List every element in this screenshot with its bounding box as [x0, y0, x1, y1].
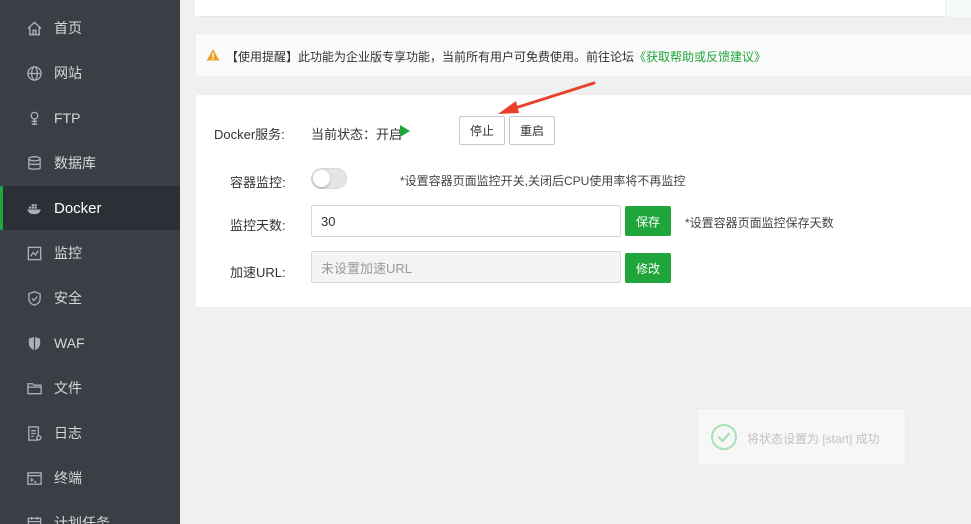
sidebar-item-monitor[interactable]: 监控 — [0, 231, 180, 275]
docker-status-text: 当前状态：开启 — [311, 127, 403, 142]
monitor-days-input[interactable]: 30 — [311, 205, 621, 237]
help-feedback-link[interactable]: 《获取帮助或反馈建议》 — [634, 50, 766, 64]
sidebar-item-label: 监控 — [54, 245, 82, 261]
container-monitor-hint: *设置容器页面监控开关,关闭后CPU使用率将不再监控 — [400, 174, 686, 188]
annotation-arrow — [498, 81, 596, 114]
sidebar: 首页 网站 FTP 数据库 Docker 监控 安全 WAF 文件 日志 终端 … — [0, 0, 180, 524]
sidebar-item-terminal[interactable]: 终端 — [0, 456, 180, 500]
warning-text: 【使用提醒】此功能为企业版专享功能，当前所有用户可免费使用。前往论坛《获取帮助或… — [226, 48, 766, 65]
sidebar-item-logs[interactable]: 日志 — [0, 411, 180, 455]
sidebar-item-files[interactable]: 文件 — [0, 366, 180, 410]
monitor-days-hint: *设置容器页面监控保存天数 — [685, 216, 834, 230]
top-panel — [195, 0, 971, 17]
sidebar-item-website[interactable]: 网站 — [0, 51, 180, 95]
sidebar-item-cron[interactable]: 计划任务 — [0, 501, 180, 524]
sidebar-item-label: Docker — [54, 199, 102, 217]
terminal-icon — [25, 469, 43, 487]
shield-icon — [25, 289, 43, 307]
top-panel-sliver — [945, 0, 971, 17]
waf-shield-icon — [25, 334, 43, 352]
accel-url-label: 加速URL: — [230, 265, 286, 280]
toast-message: 将状态设置为 [start] 成功 — [747, 432, 880, 446]
monitor-days-label: 监控天数: — [230, 218, 286, 233]
sidebar-item-label: 计划任务 — [54, 515, 110, 524]
accel-url-input[interactable]: 未设置加速URL — [311, 251, 621, 283]
sidebar-item-docker[interactable]: Docker — [0, 186, 180, 230]
log-icon — [25, 424, 43, 442]
sidebar-item-label: 终端 — [54, 470, 82, 486]
sidebar-item-security[interactable]: 安全 — [0, 276, 180, 320]
success-toast: 将状态设置为 [start] 成功 — [697, 408, 906, 465]
sidebar-item-home[interactable]: 首页 — [0, 6, 180, 50]
database-icon — [25, 154, 43, 172]
running-play-icon — [400, 125, 410, 137]
sidebar-item-waf[interactable]: WAF — [0, 321, 180, 365]
docker-service-label: Docker服务: — [214, 127, 285, 142]
toggle-knob — [313, 170, 330, 187]
container-monitor-toggle[interactable] — [311, 168, 347, 189]
sidebar-item-ftp[interactable]: FTP — [0, 96, 180, 140]
success-check-icon — [710, 423, 738, 451]
sidebar-item-label: 日志 — [54, 425, 82, 441]
warning-message: 【使用提醒】此功能为企业版专享功能，当前所有用户可免费使用。前往论坛 — [226, 50, 635, 64]
container-monitor-label: 容器监控: — [230, 175, 286, 190]
warning-icon — [206, 48, 220, 62]
ftp-icon — [25, 109, 43, 127]
sidebar-item-label: WAF — [54, 335, 85, 351]
sidebar-item-label: 首页 — [54, 20, 82, 36]
sidebar-item-label: 文件 — [54, 380, 82, 396]
sidebar-item-label: 网站 — [54, 65, 82, 81]
monitor-icon — [25, 244, 43, 262]
restart-button[interactable]: 重启 — [509, 116, 555, 145]
stop-button[interactable]: 停止 — [459, 116, 505, 145]
save-button[interactable]: 保存 — [625, 206, 671, 236]
docker-icon — [25, 199, 43, 217]
docker-settings-panel: Docker服务: 当前状态：开启 停止 重启 容器监控: *设置容器页面监控开… — [195, 94, 971, 308]
sidebar-item-database[interactable]: 数据库 — [0, 141, 180, 185]
sidebar-item-label: 安全 — [54, 290, 82, 306]
folder-icon — [25, 379, 43, 397]
sidebar-item-label: FTP — [54, 110, 81, 126]
sidebar-item-label: 数据库 — [54, 155, 96, 171]
modify-button[interactable]: 修改 — [625, 253, 671, 283]
globe-icon — [25, 64, 43, 82]
home-icon — [25, 19, 43, 37]
warning-bar: 【使用提醒】此功能为企业版专享功能，当前所有用户可免费使用。前往论坛《获取帮助或… — [195, 33, 971, 77]
calendar-icon — [25, 514, 43, 524]
